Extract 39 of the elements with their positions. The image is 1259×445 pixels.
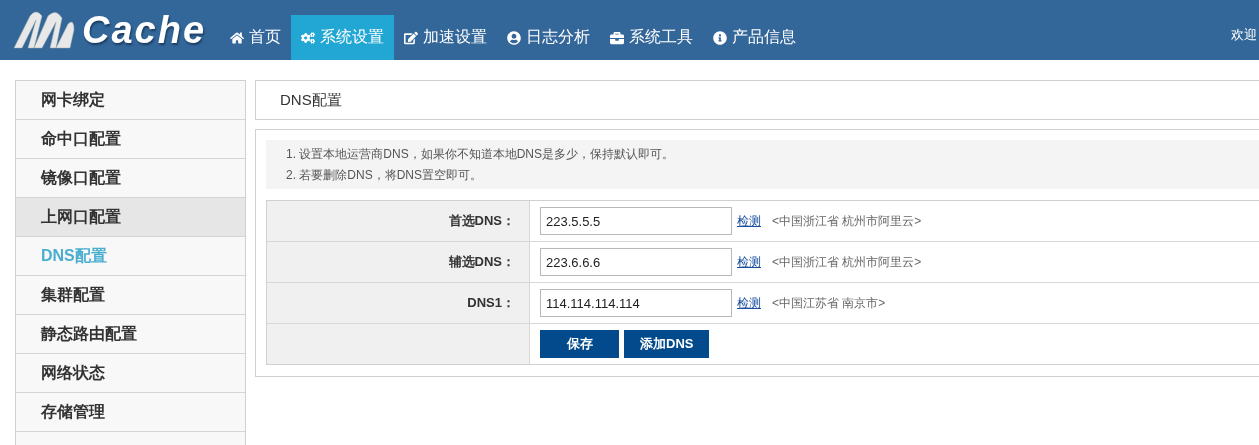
dns-label: DNS1：: [467, 294, 515, 312]
dns-label: 首选DNS：: [448, 212, 515, 230]
sidebar-item[interactable]: 静态路由配置: [16, 315, 245, 354]
home-icon: [230, 30, 245, 45]
sidebar-item[interactable]: 上网口配置: [16, 198, 245, 237]
nav-tab[interactable]: 加速设置: [394, 15, 498, 60]
panel-title: DNS配置: [280, 90, 342, 110]
logo-text: Cache: [82, 8, 207, 52]
location-text: <中国浙江省 杭州市阿里云>: [772, 253, 922, 271]
sidebar-item[interactable]: 网卡绑定: [16, 81, 245, 120]
dns-input[interactable]: 114.114.114.114: [540, 289, 732, 317]
info-icon: [713, 30, 728, 45]
note-text: 1. 设置本地运营商DNS，如果你不知道本地DNS是多少，保持默认即可。: [286, 146, 675, 162]
nav-tab[interactable]: 首页: [220, 15, 292, 60]
nav-tab[interactable]: 日志分析: [497, 15, 601, 60]
location-text: <中国浙江省 杭州市阿里云>: [772, 212, 922, 230]
user-icon: [507, 30, 522, 45]
nav-tab[interactable]: 系统工具: [600, 15, 704, 60]
nav-tab[interactable]: 产品信息: [703, 15, 807, 60]
check-link[interactable]: 检测: [737, 294, 761, 312]
sidebar-item[interactable]: 镜像口配置: [16, 159, 245, 198]
edit-icon: [404, 30, 419, 45]
sidebar-item[interactable]: 命中口配置: [16, 120, 245, 159]
sidebar-item[interactable]: 网络状态: [16, 354, 245, 393]
note-text: 2. 若要删除DNS，将DNS置空即可。: [286, 167, 483, 183]
logo-icon: [12, 10, 76, 50]
check-link[interactable]: 检测: [737, 253, 761, 271]
briefcase-icon: [610, 30, 625, 45]
location-text: <中国江苏省 南京市>: [772, 294, 886, 312]
sidebar-item[interactable]: 集群配置: [16, 276, 245, 315]
welcome-text: 欢迎: [1231, 26, 1257, 44]
gears-icon: [301, 30, 316, 45]
check-link[interactable]: 检测: [737, 212, 761, 230]
dns-label: 辅选DNS：: [448, 253, 515, 271]
dns-input[interactable]: 223.6.6.6: [540, 248, 732, 276]
save-button[interactable]: 保存: [540, 330, 619, 358]
dns-input[interactable]: 223.5.5.5: [540, 207, 732, 235]
sidebar-item[interactable]: 存储管理: [16, 393, 245, 432]
add-dns-button[interactable]: 添加DNS: [624, 330, 710, 358]
